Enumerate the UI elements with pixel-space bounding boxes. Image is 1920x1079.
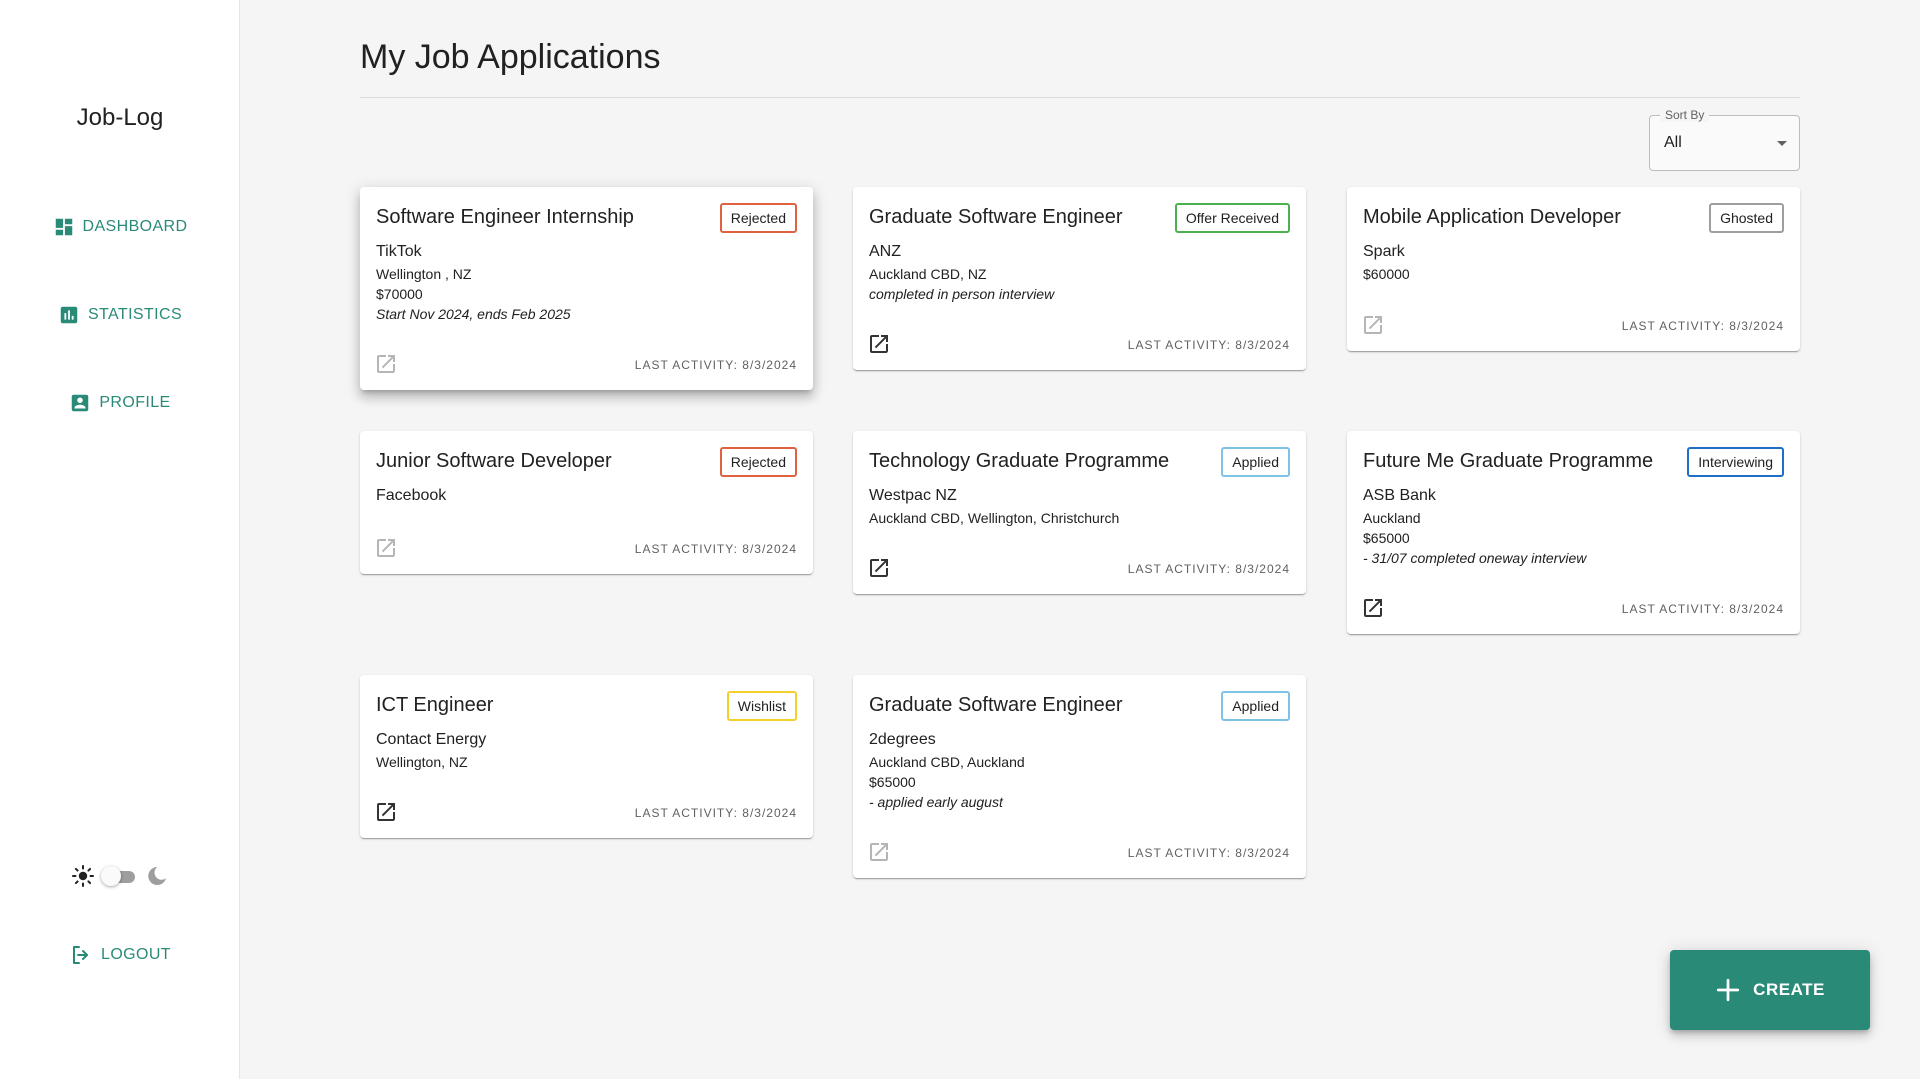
last-activity: LAST ACTIVITY: 8/3/2024 — [634, 806, 797, 820]
sidebar: Job-Log DASHBOARD STATISTICS PROFILE LOG… — [0, 0, 240, 1079]
job-title: Junior Software Developer — [376, 450, 612, 472]
last-activity: LAST ACTIVITY: 8/3/2024 — [1621, 602, 1784, 616]
status-badge: Rejected — [719, 203, 797, 233]
card-detail: Start Nov 2024, ends Feb 2025 — [376, 306, 571, 322]
last-activity: LAST ACTIVITY: 8/3/2024 — [1127, 846, 1290, 860]
application-card[interactable]: ICT Engineer Wishlist Contact Energy Wellin… — [360, 675, 813, 838]
status-badge: Ghosted — [1709, 203, 1784, 233]
create-button[interactable]: CREATE — [1670, 950, 1870, 1030]
plus-icon — [1717, 978, 1740, 1002]
status-badge: Applied — [1221, 447, 1290, 477]
logout-button[interactable]: LOGOUT — [0, 940, 240, 970]
status-badge: Interviewing — [1687, 447, 1784, 477]
job-title: Software Engineer Internship — [376, 206, 634, 228]
sort-by-select[interactable]: Sort By All — [1649, 108, 1800, 171]
job-title: Mobile Application Developer — [1363, 206, 1621, 228]
open-link-icon[interactable] — [867, 556, 891, 580]
job-title: Future Me Graduate Programme — [1363, 450, 1654, 472]
status-badge: Applied — [1221, 691, 1290, 721]
theme-switch-thumb — [101, 866, 121, 886]
company-name: ANZ — [869, 243, 901, 260]
card-detail: $70000 — [376, 286, 423, 302]
last-activity: LAST ACTIVITY: 8/3/2024 — [1127, 562, 1290, 576]
application-card[interactable]: Graduate Software Engineer Offer Received… — [853, 187, 1306, 370]
card-detail: - applied early august — [869, 794, 1003, 810]
last-activity: LAST ACTIVITY: 8/3/2024 — [1621, 319, 1784, 333]
card-detail: $65000 — [1363, 530, 1410, 546]
company-name: Westpac NZ — [869, 487, 957, 504]
application-card[interactable]: Technology Graduate Programme Applied West… — [853, 431, 1306, 594]
company-name: Contact Energy — [376, 731, 487, 748]
company-name: ASB Bank — [1363, 487, 1436, 504]
card-detail: Auckland — [1363, 510, 1421, 526]
application-card[interactable]: Software Engineer Internship Rejected TikT… — [360, 187, 813, 390]
theme-toggle — [0, 864, 240, 888]
status-badge: Offer Received — [1174, 203, 1290, 233]
last-activity: LAST ACTIVITY: 8/3/2024 — [634, 358, 797, 372]
nav-dashboard-label: DASHBOARD — [82, 218, 188, 235]
card-detail: $60000 — [1363, 266, 1410, 282]
page-title: My Job Applications — [360, 38, 661, 76]
open-link-icon[interactable] — [867, 840, 891, 864]
card-detail: Wellington , NZ — [376, 266, 472, 282]
company-name: 2degrees — [869, 731, 936, 748]
open-link-icon[interactable] — [374, 800, 398, 824]
card-detail: Wellington, NZ — [376, 754, 468, 770]
card-detail: completed in person interview — [869, 286, 1055, 302]
title-divider — [360, 97, 1800, 98]
card-detail: Auckland CBD, Wellington, Christchurch — [869, 510, 1120, 526]
create-label: CREATE — [1753, 980, 1825, 999]
job-title: Graduate Software Engineer — [869, 206, 1123, 228]
card-detail: Auckland CBD, Auckland — [869, 754, 1025, 770]
bar-chart-icon — [60, 306, 78, 324]
open-link-icon[interactable] — [1361, 313, 1385, 337]
company-name: TikTok — [376, 243, 422, 260]
open-link-icon[interactable] — [1361, 596, 1385, 620]
status-badge: Wishlist — [726, 691, 797, 721]
job-title: Graduate Software Engineer — [869, 694, 1123, 716]
company-name: Spark — [1363, 243, 1405, 260]
nav-profile[interactable]: PROFILE — [0, 387, 240, 419]
dashboard-icon — [55, 218, 72, 236]
application-card[interactable]: Graduate Software Engineer Applied 2degree… — [853, 675, 1306, 878]
moon-icon — [148, 867, 166, 885]
job-title: ICT Engineer — [376, 694, 494, 716]
card-detail: Auckland CBD, NZ — [869, 266, 987, 282]
brand-title: Job-Log — [76, 104, 164, 131]
theme-switch[interactable] — [101, 866, 139, 886]
nav-statistics[interactable]: STATISTICS — [0, 299, 240, 331]
application-card[interactable]: Future Me Graduate Programme Interviewing… — [1347, 431, 1800, 634]
nav-profile-label: PROFILE — [99, 394, 171, 411]
account-box-icon — [72, 394, 89, 412]
card-detail: $65000 — [869, 774, 916, 790]
last-activity: LAST ACTIVITY: 8/3/2024 — [1127, 338, 1290, 352]
application-card[interactable]: Junior Software Developer Rejected Faceboo… — [360, 431, 813, 574]
logout-label: LOGOUT — [101, 946, 171, 963]
dropdown-arrow-icon — [1777, 141, 1787, 146]
last-activity: LAST ACTIVITY: 8/3/2024 — [634, 542, 797, 556]
job-title: Technology Graduate Programme — [869, 450, 1170, 472]
sun-icon — [72, 865, 94, 887]
nav-statistics-label: STATISTICS — [87, 306, 183, 323]
application-card[interactable]: Mobile Application Developer Ghosted Spark… — [1347, 187, 1800, 351]
open-link-icon[interactable] — [374, 352, 398, 376]
company-name: Facebook — [376, 487, 447, 504]
open-link-icon[interactable] — [374, 536, 398, 560]
nav-dashboard[interactable]: DASHBOARD — [0, 211, 240, 243]
sort-by-value: All — [1664, 134, 1682, 151]
open-link-icon[interactable] — [867, 332, 891, 356]
sort-by-label: Sort By — [1660, 108, 1710, 122]
status-badge: Rejected — [719, 447, 797, 477]
card-detail: - 31/07 completed oneway interview — [1363, 550, 1587, 566]
logout-icon — [73, 946, 89, 964]
